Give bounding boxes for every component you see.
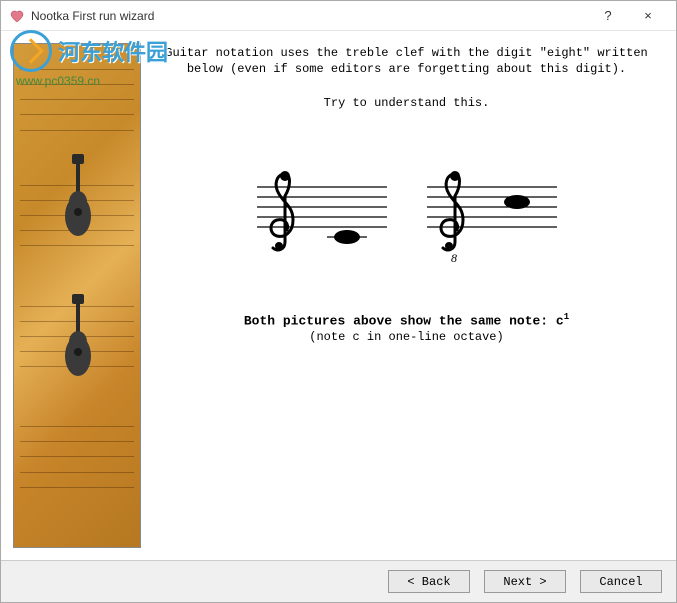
guitar-icon	[62, 294, 94, 384]
same-note-sub: (note c in one-line octave)	[155, 330, 658, 344]
cancel-button[interactable]: Cancel	[580, 570, 662, 593]
back-button[interactable]: < Back	[388, 570, 470, 593]
wizard-footer: < Back Next > Cancel	[1, 560, 676, 602]
intro-text-2: Try to understand this.	[155, 95, 658, 111]
content-area: Guitar notation uses the treble clef wit…	[149, 43, 664, 548]
guitar-icon	[62, 154, 94, 244]
notation-examples: 8	[155, 162, 658, 272]
wizard-window: Nootka First run wizard ? × 河东软件园 www.pc…	[0, 0, 677, 603]
intro-text-1: Guitar notation uses the treble clef wit…	[155, 45, 658, 77]
window-title: Nootka First run wizard	[31, 9, 588, 23]
titlebar: Nootka First run wizard ? ×	[1, 1, 676, 31]
staff-treble-8: 8	[427, 162, 557, 272]
close-button[interactable]: ×	[628, 2, 668, 30]
wizard-body: Guitar notation uses the treble clef wit…	[1, 31, 676, 602]
next-button[interactable]: Next >	[484, 570, 566, 593]
same-note-heading: Both pictures above show the same note: …	[155, 312, 658, 328]
sidebar-image	[13, 43, 141, 548]
app-icon	[9, 8, 25, 24]
help-button[interactable]: ?	[588, 2, 628, 30]
staff-treble	[257, 162, 387, 272]
octave-8-label: 8	[451, 251, 457, 265]
